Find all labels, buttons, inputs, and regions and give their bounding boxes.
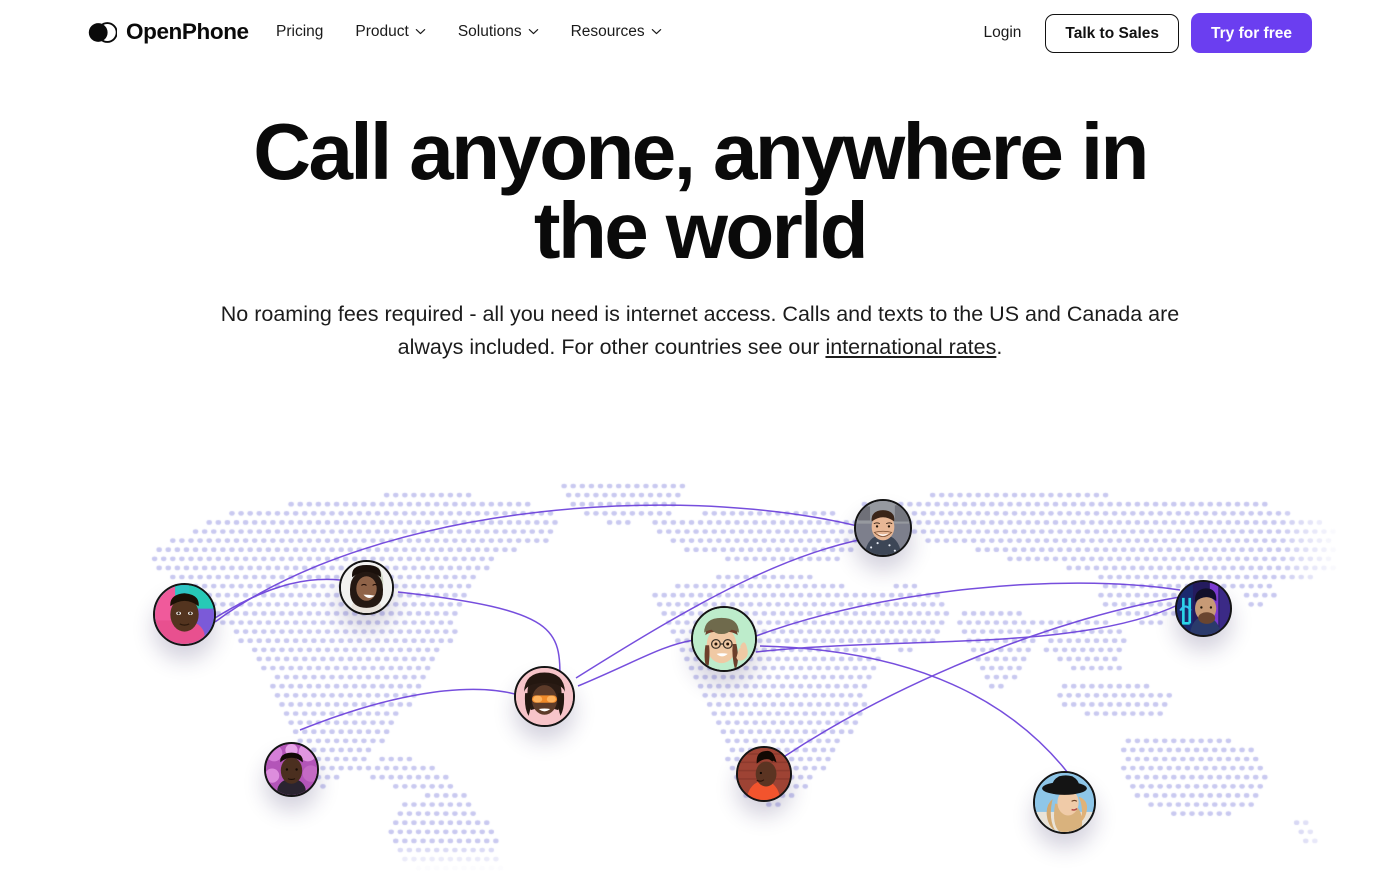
connection-arc bbox=[759, 645, 1073, 779]
avatar-pink-memoji[interactable] bbox=[514, 666, 575, 727]
brand-logo[interactable]: OpenPhone bbox=[88, 18, 249, 47]
international-rates-link[interactable]: international rates bbox=[825, 335, 996, 359]
hero-section: Call anyone, anywhere in the world No ro… bbox=[0, 107, 1400, 364]
avatar-smiling-man[interactable] bbox=[854, 499, 912, 557]
nav-item-resources[interactable]: Resources bbox=[571, 0, 678, 64]
login-link[interactable]: Login bbox=[969, 15, 1035, 51]
hero-subtext-before: No roaming fees required - all you need … bbox=[220, 302, 1180, 360]
world-dot-map bbox=[0, 440, 1400, 893]
avatar-neon-man[interactable] bbox=[1175, 580, 1232, 637]
avatar-hat-woman[interactable] bbox=[1033, 771, 1096, 834]
brand-name: OpenPhone bbox=[126, 19, 249, 45]
connection-arc bbox=[577, 639, 695, 687]
connection-arc bbox=[755, 582, 1181, 637]
avatar-orange-woman[interactable] bbox=[736, 746, 792, 802]
connection-arc bbox=[299, 688, 529, 731]
try-for-free-button[interactable]: Try for free bbox=[1191, 13, 1312, 54]
nav-item-label: Product bbox=[355, 23, 409, 40]
connection-arc bbox=[214, 578, 341, 619]
avatar-laughing-woman[interactable] bbox=[339, 560, 394, 615]
nav-item-label: Solutions bbox=[457, 23, 522, 40]
nav-item-solutions[interactable]: Solutions bbox=[458, 0, 555, 64]
hero-subtext: No roaming fees required - all you need … bbox=[200, 298, 1200, 363]
avatar-blossom-man[interactable] bbox=[264, 742, 319, 797]
landing-page: OpenPhone Pricing Product Solutions Reso… bbox=[0, 0, 1400, 893]
nav-item-label: Pricing bbox=[276, 23, 324, 40]
hero-subtext-after: . bbox=[996, 335, 1003, 360]
avatar-green-memoji[interactable] bbox=[691, 606, 757, 672]
main-navigation: Pricing Product Solutions Resources bbox=[276, 0, 678, 64]
avatar-graffiti-man[interactable] bbox=[153, 583, 216, 646]
chevron-down-icon bbox=[415, 26, 426, 37]
nav-item-product[interactable]: Product bbox=[355, 0, 441, 64]
connection-arc bbox=[214, 504, 881, 623]
openphone-logo-icon bbox=[88, 18, 118, 47]
chevron-down-icon bbox=[651, 26, 662, 37]
talk-to-sales-button[interactable]: Talk to Sales bbox=[1045, 13, 1180, 53]
chevron-down-icon bbox=[528, 26, 539, 37]
nav-item-label: Resources bbox=[570, 23, 645, 40]
connection-arc bbox=[781, 595, 1187, 759]
header-actions: Login Talk to Sales Try for free bbox=[969, 13, 1312, 54]
site-header: OpenPhone Pricing Product Solutions Reso… bbox=[0, 0, 1400, 64]
page-title: Call anyone, anywhere in the world bbox=[253, 107, 1149, 276]
nav-item-pricing[interactable]: Pricing bbox=[276, 0, 339, 64]
